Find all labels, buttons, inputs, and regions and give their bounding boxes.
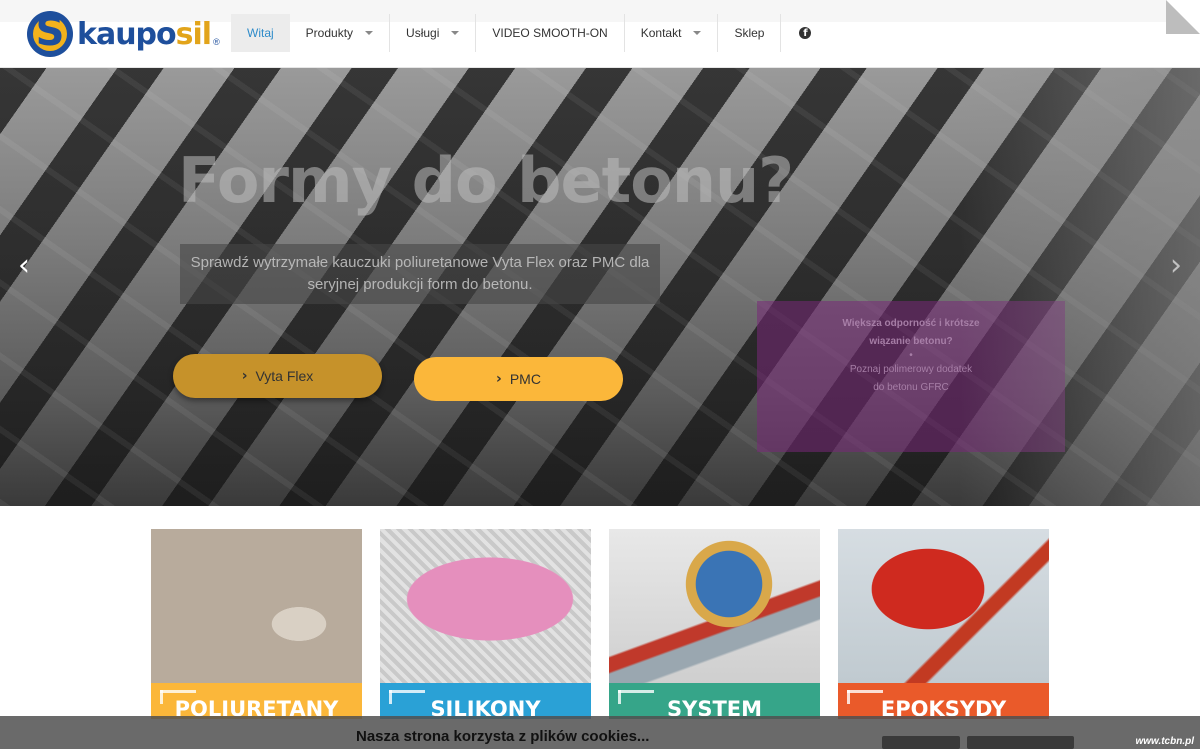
chevron-right-icon: › bbox=[1170, 248, 1182, 283]
page-corner-fold[interactable] bbox=[1166, 0, 1200, 34]
promo-line-1: Większa odporność i krótsze bbox=[842, 318, 980, 329]
cookie-bar: Nasza strona korzysta z plików cookies..… bbox=[0, 716, 1200, 749]
nav-item-produkty[interactable]: Produkty bbox=[290, 14, 391, 52]
category-image bbox=[838, 529, 1049, 683]
chevron-right-icon: › bbox=[496, 371, 502, 387]
chevron-left-icon: ‹ bbox=[18, 248, 30, 283]
promo-line-2: wiązanie betonu? bbox=[869, 336, 953, 347]
category-image bbox=[609, 529, 820, 683]
nav-item-kontakt[interactable]: Kontakt bbox=[625, 14, 719, 52]
slider-prev-arrow[interactable]: ‹ bbox=[18, 248, 30, 283]
facebook-icon: f bbox=[799, 27, 812, 39]
vyta-flex-button[interactable]: › Vyta Flex bbox=[173, 354, 382, 398]
cookie-accept-button[interactable] bbox=[882, 736, 960, 749]
category-card-silikony[interactable]: SILIKONY bbox=[380, 529, 591, 719]
slider-next-arrow[interactable]: › bbox=[1170, 248, 1182, 283]
logo-registered: ® bbox=[213, 37, 220, 47]
category-card-epoksydy[interactable]: EPOKSYDY bbox=[838, 529, 1049, 719]
hero-title: Formy do betonu? bbox=[178, 144, 794, 217]
nav-item-witaj[interactable]: Witaj bbox=[231, 14, 290, 52]
category-card-system[interactable]: SYSTEM bbox=[609, 529, 820, 719]
logo-mark-icon bbox=[27, 11, 73, 57]
category-image bbox=[151, 529, 362, 683]
promo-dot: • bbox=[909, 350, 913, 361]
category-label: SYSTEM bbox=[609, 683, 820, 719]
caret-down-icon bbox=[365, 31, 374, 35]
hero-slider: Formy do betonu? Sprawdź wytrzymałe kauc… bbox=[0, 68, 1200, 506]
category-label: EPOKSYDY bbox=[838, 683, 1049, 719]
chevron-right-icon: › bbox=[241, 368, 248, 384]
caret-down-icon bbox=[451, 31, 460, 35]
nav-item-sklep[interactable]: Sklep bbox=[718, 14, 782, 52]
main-nav: Witaj Produkty Usługi VIDEO SMOOTH-ON Ko… bbox=[231, 14, 829, 52]
pmc-button[interactable]: › PMC bbox=[414, 357, 623, 401]
category-label: POLIURETANY bbox=[151, 683, 362, 719]
nav-item-facebook[interactable]: f bbox=[781, 14, 829, 52]
watermark: www.tcbn.pl bbox=[1135, 736, 1194, 747]
site-header: kauposil ® Witaj Produkty Usługi VIDEO S… bbox=[0, 0, 1200, 68]
caret-down-icon bbox=[693, 31, 702, 35]
gfrc-promo-box[interactable]: Większa odporność i krótsze wiązanie bet… bbox=[757, 301, 1065, 452]
category-cards: POLIURETANY SILIKONY SYSTEM EPOKSYDY bbox=[151, 529, 1049, 719]
nav-item-video-smooth-on[interactable]: VIDEO SMOOTH-ON bbox=[476, 14, 625, 52]
category-image bbox=[380, 529, 591, 683]
cookie-more-button[interactable] bbox=[967, 736, 1074, 749]
category-label: SILIKONY bbox=[380, 683, 591, 719]
cookie-notice-text: Nasza strona korzysta z plików cookies..… bbox=[356, 728, 650, 745]
promo-line-3: Poznaj polimerowy dodatek bbox=[849, 364, 973, 375]
logo-text: kauposil bbox=[77, 16, 212, 52]
site-logo[interactable]: kauposil ® bbox=[27, 10, 220, 58]
nav-item-uslugi[interactable]: Usługi bbox=[390, 14, 477, 52]
hero-subtitle: Sprawdź wytrzymałe kauczuki poliuretanow… bbox=[180, 244, 660, 304]
category-card-poliuretany[interactable]: POLIURETANY bbox=[151, 529, 362, 719]
promo-line-4: do betonu GFRC bbox=[873, 382, 949, 393]
